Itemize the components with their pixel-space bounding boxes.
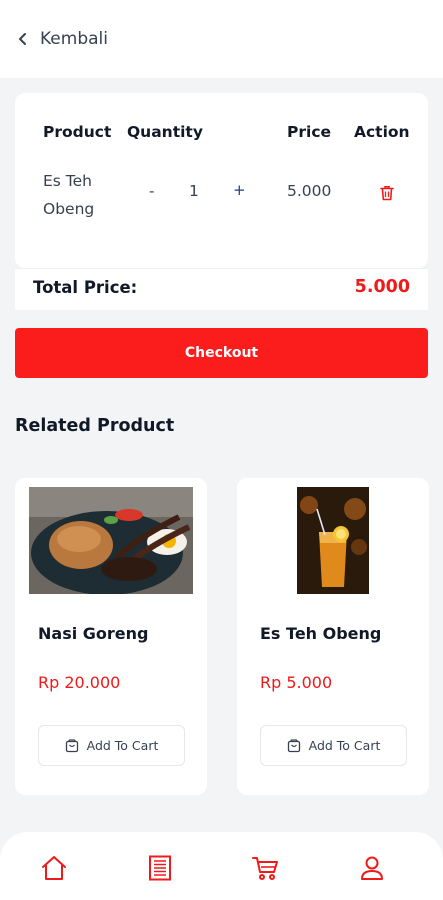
- cart-item-price: 5.000: [287, 182, 332, 200]
- product-price: Rp 5.000: [260, 673, 333, 692]
- column-header-product: Product: [43, 123, 112, 141]
- cart-table-header: Product Quantity Price Action: [0, 123, 443, 147]
- product-image-nasi-goreng: [29, 487, 193, 594]
- product-name: Es Teh Obeng: [260, 624, 382, 643]
- checkout-button[interactable]: Checkout: [15, 328, 428, 378]
- product-card[interactable]: Nasi Goreng Rp 20.000 Add To Cart: [15, 478, 207, 795]
- total-value: 5.000: [354, 277, 410, 297]
- cart-item-name: Es Teh Obeng: [43, 172, 95, 218]
- chevron-left-icon[interactable]: [18, 32, 32, 46]
- trash-icon[interactable]: [380, 185, 394, 201]
- add-to-cart-button[interactable]: Add To Cart: [38, 725, 185, 766]
- back-link[interactable]: Kembali: [40, 29, 108, 49]
- shopping-bag-icon: [287, 738, 300, 752]
- add-to-cart-button[interactable]: Add To Cart: [260, 725, 407, 766]
- column-header-action: Action: [354, 123, 410, 141]
- orders-icon[interactable]: [146, 854, 174, 882]
- profile-icon[interactable]: [358, 854, 386, 882]
- product-name: Nasi Goreng: [38, 624, 149, 643]
- cart-icon[interactable]: [251, 854, 279, 882]
- add-to-cart-label: Add To Cart: [86, 738, 159, 753]
- product-card[interactable]: Es Teh Obeng Rp 5.000 Add To Cart: [237, 478, 429, 795]
- top-bar: Kembali: [0, 0, 443, 78]
- quantity-decrease-button[interactable]: -: [149, 182, 154, 200]
- shopping-bag-icon: [65, 738, 78, 752]
- related-product-title: Related Product: [15, 416, 175, 436]
- product-price: Rp 20.000: [38, 673, 121, 692]
- quantity-increase-button[interactable]: +: [233, 181, 246, 199]
- column-header-quantity: Quantity: [127, 123, 203, 141]
- column-header-price: Price: [287, 123, 332, 141]
- quantity-value: 1: [189, 182, 199, 200]
- total-label: Total Price:: [33, 278, 138, 297]
- product-image-es-teh-obeng: [297, 487, 369, 594]
- add-to-cart-label: Add To Cart: [308, 738, 381, 753]
- home-icon[interactable]: [40, 854, 68, 882]
